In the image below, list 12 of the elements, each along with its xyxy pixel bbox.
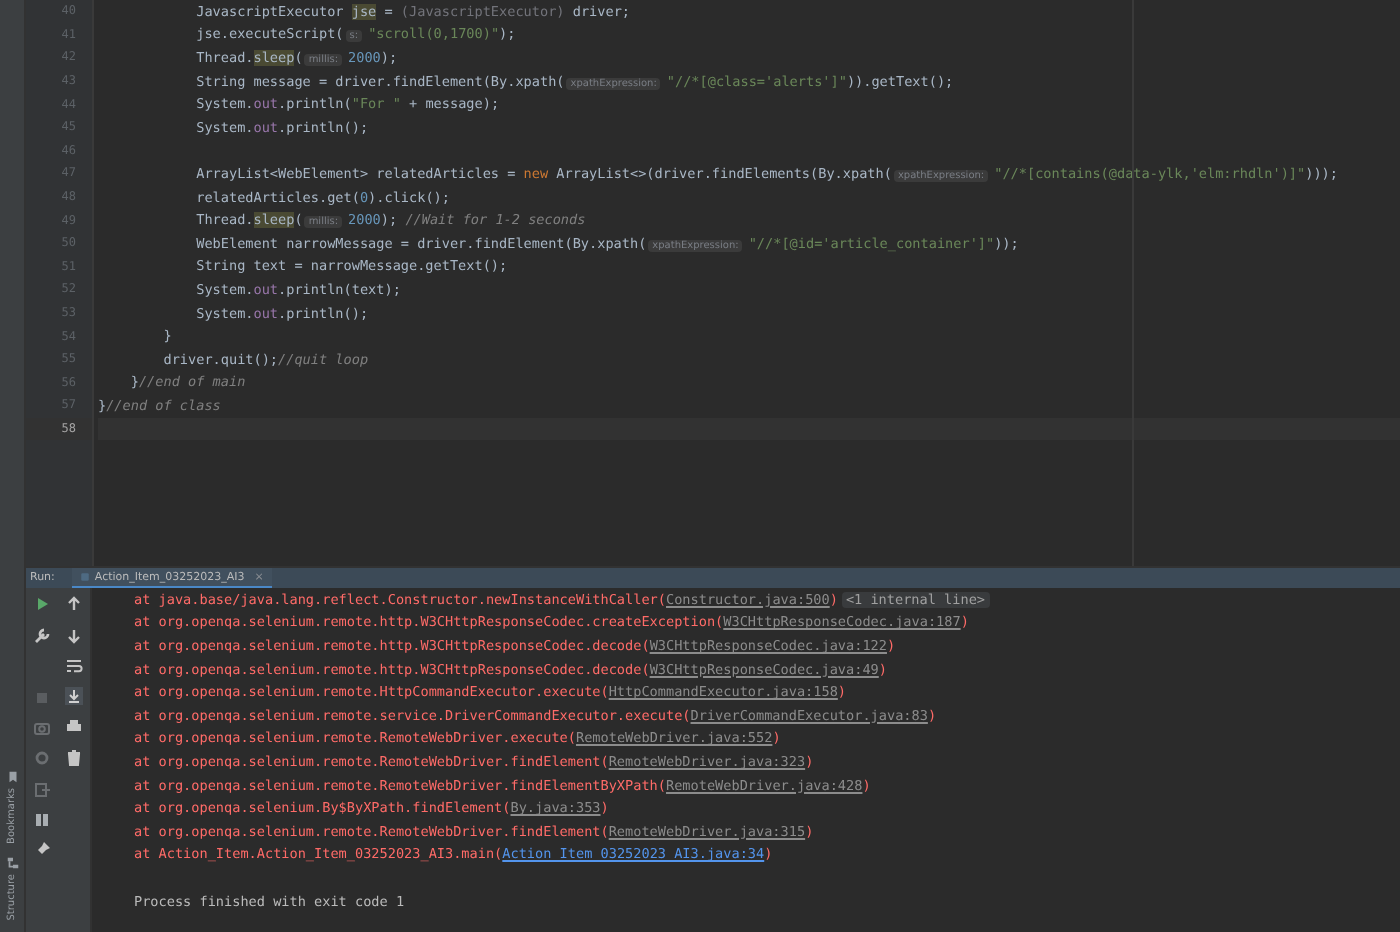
down-arrow-icon[interactable] [64, 625, 84, 646]
scroll-to-end-icon[interactable] [64, 686, 84, 707]
structure-icon[interactable] [5, 855, 19, 870]
trash-icon[interactable] [64, 747, 84, 768]
run-icon[interactable] [32, 594, 52, 615]
soft-wrap-icon[interactable] [64, 655, 84, 676]
app-icon [80, 572, 91, 582]
up-arrow-icon[interactable] [64, 594, 84, 615]
print-icon[interactable] [64, 716, 84, 737]
layout-icon[interactable] [32, 810, 52, 831]
wrench-icon[interactable] [32, 625, 52, 646]
bookmark-icon[interactable] [5, 769, 19, 784]
